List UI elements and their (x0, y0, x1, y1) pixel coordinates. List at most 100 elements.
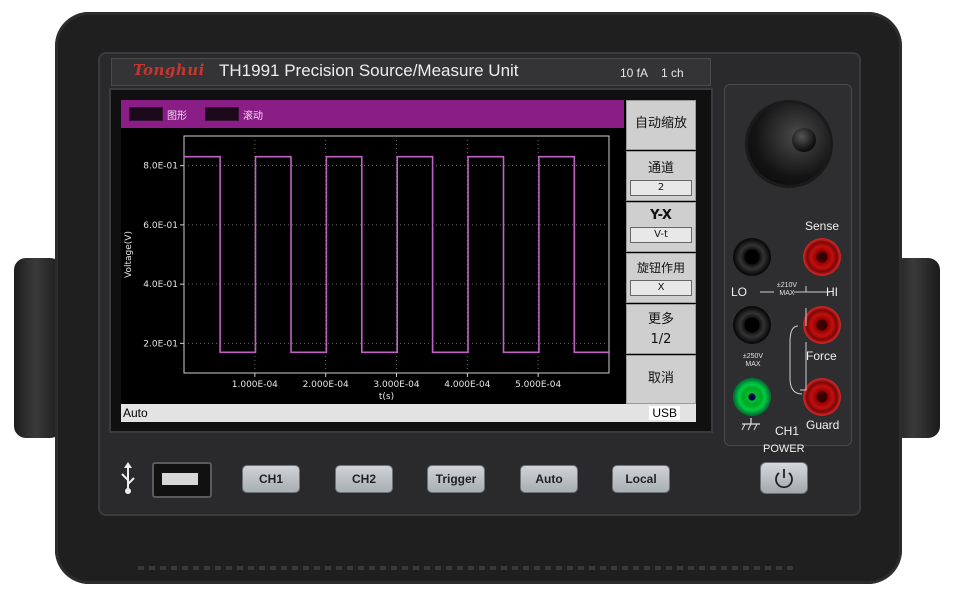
power-button[interactable] (760, 462, 808, 494)
scroll-tab-swatch[interactable] (205, 107, 239, 121)
tab-scroll[interactable]: 滚动 (243, 107, 263, 122)
tab-bar: 图形 滚动 (121, 100, 624, 128)
vent-slot (479, 566, 485, 570)
vent-slot (336, 566, 342, 570)
ch1-button[interactable]: CH1 (242, 465, 300, 493)
vent-slot (512, 566, 518, 570)
lcd-screen: 图形 滚动 1.000E-04 2.000E-04 3.000E-04 4.000E-… (121, 100, 696, 422)
knob-function-label: 旋钮作用 (636, 261, 685, 275)
vent-slot (677, 566, 683, 570)
brand-logo: Tonghui (133, 61, 205, 79)
vent-slot (204, 566, 210, 570)
model-title: TH1991 Precision Source/Measure Unit (219, 61, 519, 80)
vent-slot (589, 566, 595, 570)
y-tick-label: 6.0E-01 (143, 221, 178, 231)
power-icon (775, 469, 793, 489)
vent-slot (655, 566, 661, 570)
vent-slot (578, 566, 584, 570)
vent-slot (402, 566, 408, 570)
vent-slot (490, 566, 496, 570)
vent-slot (292, 566, 298, 570)
x-tick-label: 1.000E-04 (232, 380, 278, 390)
vent-slot (446, 566, 452, 570)
vent-slot (413, 566, 419, 570)
vent-slot (303, 566, 309, 570)
autoscale-softkey[interactable]: 自动缩放 (626, 100, 696, 150)
knob-function-value: X (630, 280, 692, 296)
vent-slot (765, 566, 771, 570)
vent-slot (270, 566, 276, 570)
vent-slot (182, 566, 188, 570)
spec-current: 10 fA (620, 66, 649, 80)
status-usb: USB (649, 406, 680, 420)
usb-port[interactable] (152, 462, 212, 498)
vent-slot (633, 566, 639, 570)
status-mode: Auto (123, 406, 148, 420)
vent-slot (622, 566, 628, 570)
vent-slot (699, 566, 705, 570)
vent-slot (281, 566, 287, 570)
vent-slot (545, 566, 551, 570)
channel-label: 通道 (647, 161, 674, 176)
local-button[interactable]: Local (612, 465, 670, 493)
vent-slot (776, 566, 782, 570)
vent-slot (193, 566, 199, 570)
x-tick-label: 2.000E-04 (303, 380, 349, 390)
cancel-softkey[interactable]: 取消 (626, 355, 696, 404)
vent-slot (721, 566, 727, 570)
vent-slot (138, 566, 144, 570)
autoscale-label: 自动缩放 (634, 116, 687, 131)
spec-channels: 1 ch (661, 66, 684, 80)
channel-softkey[interactable]: 通道 2 (626, 151, 696, 201)
y-tick-label: 4.0E-01 (143, 280, 178, 290)
vent-slot (457, 566, 463, 570)
vent-slot (171, 566, 177, 570)
trigger-button[interactable]: Trigger (427, 465, 485, 493)
yx-label: Y-X (650, 208, 672, 223)
vent-slot (259, 566, 265, 570)
vent-slot (688, 566, 694, 570)
knob-function-softkey[interactable]: 旋钮作用 X (626, 253, 696, 303)
vent-slot (787, 566, 793, 570)
knob-cap (792, 128, 816, 152)
graph-tab-swatch[interactable] (129, 107, 163, 121)
vent-slot (501, 566, 507, 570)
rotary-knob[interactable] (748, 103, 830, 185)
x-axis-label: t(s) (379, 392, 394, 402)
vent-slot (248, 566, 254, 570)
y-tick-label: 8.0E-01 (143, 162, 178, 172)
voltage-series-line (184, 155, 609, 354)
x-tick-label: 3.000E-04 (373, 380, 419, 390)
ground-icon (741, 418, 760, 431)
vent-slot (534, 566, 540, 570)
vent-slot (743, 566, 749, 570)
vent-slot (732, 566, 738, 570)
vent-slot (611, 566, 617, 570)
vent-slot (325, 566, 331, 570)
vent-slot (380, 566, 386, 570)
vent-slot (523, 566, 529, 570)
lo-label: LO (731, 285, 748, 299)
y-axis-label: Voltage(V) (124, 231, 134, 278)
power-label: POWER (763, 443, 805, 455)
vent-slot (237, 566, 243, 570)
waveform-plot: 1.000E-04 2.000E-04 3.000E-04 4.000E-04 5.00… (121, 128, 624, 404)
yx-softkey[interactable]: Y-X V-t (626, 202, 696, 252)
vent-slot (160, 566, 166, 570)
vent-slot (314, 566, 320, 570)
vent-slot (600, 566, 606, 570)
vent-slot (556, 566, 562, 570)
yx-value: V-t (630, 227, 692, 243)
vent-slot (358, 566, 364, 570)
cancel-label: 取消 (647, 371, 674, 386)
x-tick-label: 4.000E-04 (444, 380, 490, 390)
usb-icon (121, 462, 135, 494)
more-softkey[interactable]: 更多 1/2 (626, 304, 696, 354)
more-page: 1/2 (650, 332, 672, 347)
tab-graph[interactable]: 图形 (167, 107, 187, 122)
channel-value: 2 (630, 180, 692, 196)
ch2-button[interactable]: CH2 (335, 465, 393, 493)
vent-slot (644, 566, 650, 570)
vent-slot (226, 566, 232, 570)
auto-button[interactable]: Auto (520, 465, 578, 493)
